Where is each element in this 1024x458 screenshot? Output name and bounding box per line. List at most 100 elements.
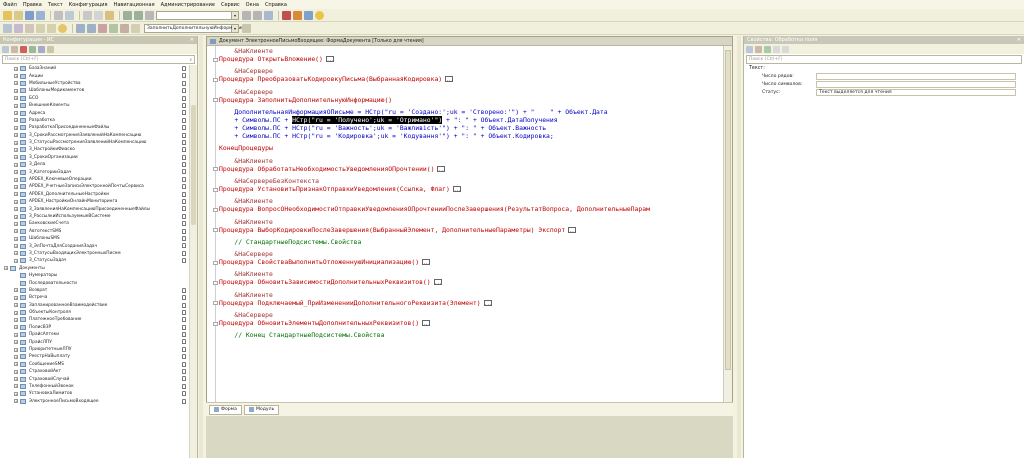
menu-item[interactable]: Справка xyxy=(265,2,287,8)
expand-icon[interactable]: + xyxy=(14,140,18,145)
print-icon[interactable] xyxy=(54,10,63,20)
expand-icon[interactable]: + xyxy=(14,325,18,330)
close-icon[interactable]: ✕ xyxy=(190,37,194,43)
edit-icon[interactable] xyxy=(11,45,18,53)
tree-item[interactable]: + З_СтатусыВходящихЭлектронныхПисем xyxy=(0,250,190,257)
expand-icon[interactable]: + xyxy=(14,221,18,226)
step-icon[interactable] xyxy=(109,23,118,33)
expand-icon[interactable]: + xyxy=(14,377,18,382)
fold-toggle-icon[interactable] xyxy=(213,207,218,212)
tree-item[interactable]: + Документы xyxy=(0,265,190,272)
menu-item[interactable]: Текст xyxy=(48,2,63,8)
fold-toggle-icon[interactable] xyxy=(213,321,218,326)
procedures-icon[interactable] xyxy=(131,23,140,33)
expand-icon[interactable]: + xyxy=(14,229,18,234)
chevron-down-icon[interactable]: ▾ xyxy=(232,10,239,20)
comment-icon[interactable] xyxy=(36,23,45,33)
expand-icon[interactable]: + xyxy=(14,103,18,108)
expand-icon[interactable]: + xyxy=(14,362,18,367)
collapsed-block-icon[interactable]: ... xyxy=(445,76,453,83)
expand-icon[interactable]: + xyxy=(14,295,18,300)
fold-toggle-icon[interactable] xyxy=(213,167,218,172)
expand-icon[interactable]: + xyxy=(14,384,18,389)
next-bookmark-icon[interactable] xyxy=(87,23,96,33)
expand-icon[interactable]: + xyxy=(14,155,18,160)
tree-item[interactable]: + АвтотекстSMS xyxy=(0,228,190,235)
expand-icon[interactable]: + xyxy=(14,236,18,241)
expand-icon[interactable]: + xyxy=(14,147,18,152)
expand-icon[interactable]: + xyxy=(14,214,18,219)
expand-icon[interactable]: + xyxy=(14,118,18,123)
fold-toggle-icon[interactable] xyxy=(213,301,218,306)
close-icon[interactable]: ✕ xyxy=(1017,37,1021,43)
splitter[interactable] xyxy=(199,36,203,458)
fold-toggle-icon[interactable] xyxy=(213,260,218,265)
close-small-icon[interactable] xyxy=(782,45,789,53)
tree-item[interactable]: + З_ЗаявленияНаКомпенсациюПрисоединенныеФ… xyxy=(0,205,190,212)
collapsed-block-icon[interactable]: ... xyxy=(433,279,442,286)
expand-icon[interactable]: + xyxy=(14,340,18,345)
tree-item[interactable]: + Разработка xyxy=(0,117,190,124)
expand-icon[interactable]: + xyxy=(14,96,18,101)
tab-module[interactable]: Модуль xyxy=(243,404,280,415)
cut-icon[interactable] xyxy=(83,10,92,20)
expand-icon[interactable]: + xyxy=(4,266,8,271)
collapsed-block-icon[interactable]: ... xyxy=(422,259,430,266)
tree-item[interactable]: + APDEX_НастройкиОнлайнМониторинга xyxy=(0,198,190,205)
menu-item[interactable]: Администрирование xyxy=(161,2,215,8)
tree-item[interactable]: + З_ЭлПочтаДляСозданияЗадач xyxy=(0,242,190,249)
menu-item[interactable]: Файл xyxy=(3,2,17,8)
tree-item[interactable]: + З_КатегорииЗадач xyxy=(0,168,190,175)
tree-item[interactable]: + ОбъектыКонтроля xyxy=(0,309,190,316)
tree-item[interactable]: + Возврат xyxy=(0,287,190,294)
copy-icon[interactable] xyxy=(94,10,103,20)
save-icon[interactable] xyxy=(25,10,34,20)
tree-item[interactable]: + Встреча xyxy=(0,294,190,301)
tree-item[interactable]: + APDEX_КлючевыеОперации xyxy=(0,176,190,183)
tree-item[interactable]: + ШаблоныМедикаментов xyxy=(0,87,190,94)
menu-item[interactable]: Сервис xyxy=(221,2,240,8)
format-icon[interactable] xyxy=(120,23,129,33)
tree-item[interactable]: + ТелефонныйЗвонок xyxy=(0,383,190,390)
menu-item[interactable]: Конфигурация xyxy=(69,2,108,8)
expand-icon[interactable]: + xyxy=(14,88,18,93)
fold-toggle-icon[interactable] xyxy=(213,228,218,233)
debug-icon[interactable] xyxy=(282,10,291,20)
smile-icon[interactable] xyxy=(58,23,67,33)
expand-icon[interactable]: + xyxy=(14,66,18,71)
tree-item[interactable]: + БанковскиеСчета xyxy=(0,220,190,227)
module-icon[interactable] xyxy=(3,23,12,33)
properties-icon[interactable] xyxy=(764,45,771,53)
find-next-icon[interactable] xyxy=(242,10,251,20)
property-value[interactable]: Текст выделяется для чтения xyxy=(816,88,1016,96)
undo-icon[interactable] xyxy=(123,10,132,20)
tree-item[interactable]: + БСО xyxy=(0,95,190,102)
menu-item[interactable]: Навигационная xyxy=(114,2,155,8)
tree-item[interactable]: + БазаЗнаний xyxy=(0,65,190,72)
find-prev-icon[interactable] xyxy=(253,10,262,20)
tree-item[interactable]: + СообщениеSMS xyxy=(0,361,190,368)
expand-icon[interactable]: + xyxy=(14,369,18,374)
tree-item[interactable]: + З_РассылкиИспользуемыеВСистеме xyxy=(0,213,190,220)
tree-item[interactable]: + З_НастройкиФиаско xyxy=(0,146,190,153)
expand-icon[interactable]: + xyxy=(14,74,18,79)
menu-item[interactable]: Правка xyxy=(23,2,42,8)
replace-icon[interactable] xyxy=(264,10,273,20)
tree-item[interactable]: + ЭлектронноеПисьмоВходящее xyxy=(0,398,190,405)
tree-item[interactable]: + ПрайсАптеки xyxy=(0,331,190,338)
add-icon[interactable] xyxy=(2,45,9,53)
expand-icon[interactable]: + xyxy=(14,347,18,352)
new-file-icon[interactable] xyxy=(3,10,12,20)
collapsed-block-icon[interactable]: ... xyxy=(437,165,446,172)
property-value[interactable] xyxy=(816,72,1016,80)
find-icon[interactable] xyxy=(145,10,154,20)
expand-icon[interactable]: + xyxy=(14,399,18,404)
fold-toggle-icon[interactable] xyxy=(213,280,218,285)
tree-item[interactable]: + Адреса xyxy=(0,109,190,116)
expand-icon[interactable]: + xyxy=(14,288,18,293)
scroll-thumb[interactable] xyxy=(725,50,731,370)
tree-item[interactable]: + З_СрокиОрганизации xyxy=(0,154,190,161)
tree-item[interactable]: + ПлатежноеТребование xyxy=(0,316,190,323)
collapsed-block-icon[interactable]: ... xyxy=(422,320,430,326)
scroll-thumb[interactable] xyxy=(191,105,196,225)
